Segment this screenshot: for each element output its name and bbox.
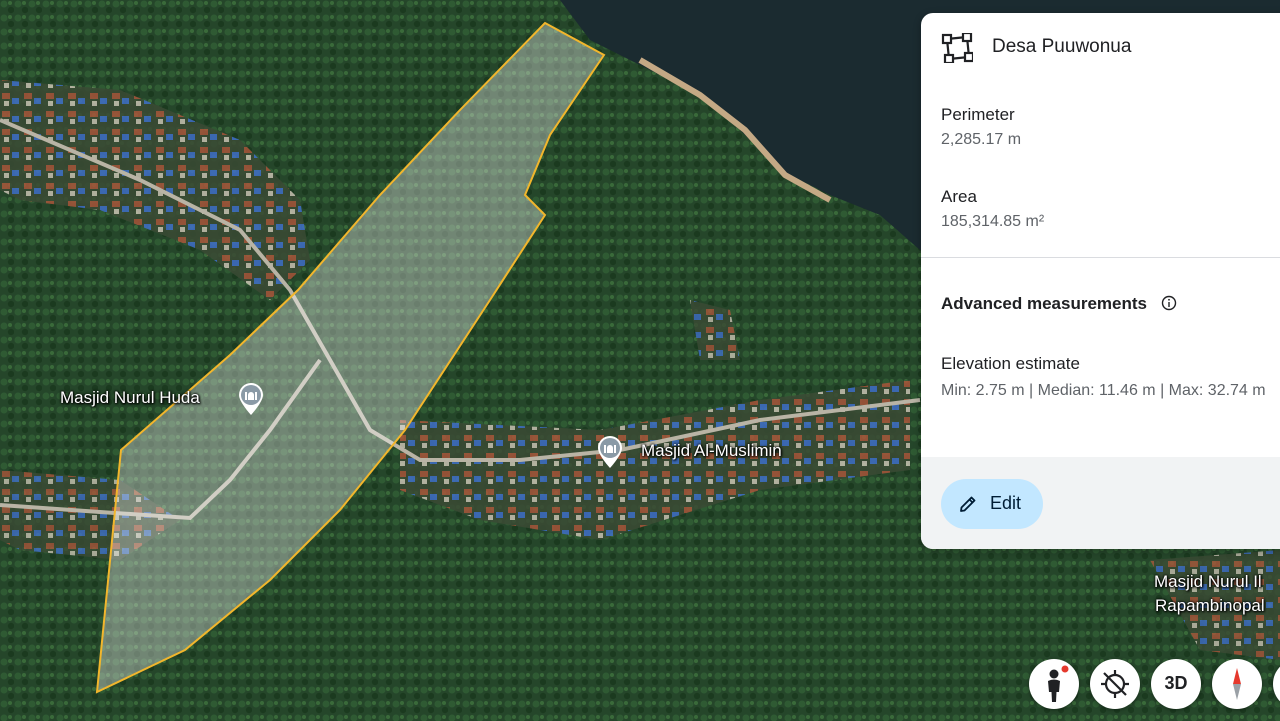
edit-button-label: Edit	[990, 493, 1022, 513]
area-label: Area	[941, 187, 977, 206]
measurement-panel: Desa Puuwonua Perimeter 2,285.17 m Area …	[921, 13, 1280, 549]
3d-toggle-button[interactable]: 3D	[1151, 659, 1201, 709]
poi-label-rapambinopal[interactable]: Rapambinopal	[1155, 596, 1265, 616]
poi-label-masjid-nurul-huda[interactable]: Masjid Nurul Huda	[60, 388, 200, 408]
location-off-icon	[1101, 670, 1129, 698]
perimeter-value: 2,285.17 m	[941, 131, 1022, 148]
info-icon[interactable]	[1161, 295, 1177, 311]
panel-header: Desa Puuwonua	[921, 13, 1280, 81]
mosque-pin-icon[interactable]	[595, 435, 625, 469]
polygon-icon	[941, 33, 973, 63]
elevation-label: Elevation estimate	[941, 354, 1080, 373]
divider	[921, 257, 1280, 258]
advanced-measurements-heading: Advanced measurements	[941, 294, 1147, 313]
3d-label: 3D	[1164, 673, 1188, 693]
poi-label-masjid-al-muslimin[interactable]: Masjid Al-Muslimin	[641, 441, 782, 461]
panel-footer: Edit	[921, 457, 1280, 549]
elevation-value: Min: 2.75 m | Median: 11.46 m | Max: 32.…	[941, 382, 1266, 399]
poi-label-masjid-nurul-il[interactable]: Masjid Nurul Il	[1154, 572, 1262, 592]
my-location-button[interactable]	[1090, 659, 1140, 709]
pegman-button[interactable]	[1029, 659, 1079, 709]
panel-title: Desa Puuwonua	[992, 36, 1132, 57]
area-value: 185,314.85 m²	[941, 213, 1045, 230]
edit-button[interactable]: Edit	[941, 479, 1043, 529]
pencil-icon	[960, 496, 976, 512]
compass-button[interactable]	[1212, 659, 1262, 709]
compass-icon	[1233, 668, 1241, 700]
pegman-icon	[1048, 665, 1069, 702]
mosque-pin-icon[interactable]	[236, 382, 266, 416]
perimeter-label: Perimeter	[941, 105, 1015, 124]
